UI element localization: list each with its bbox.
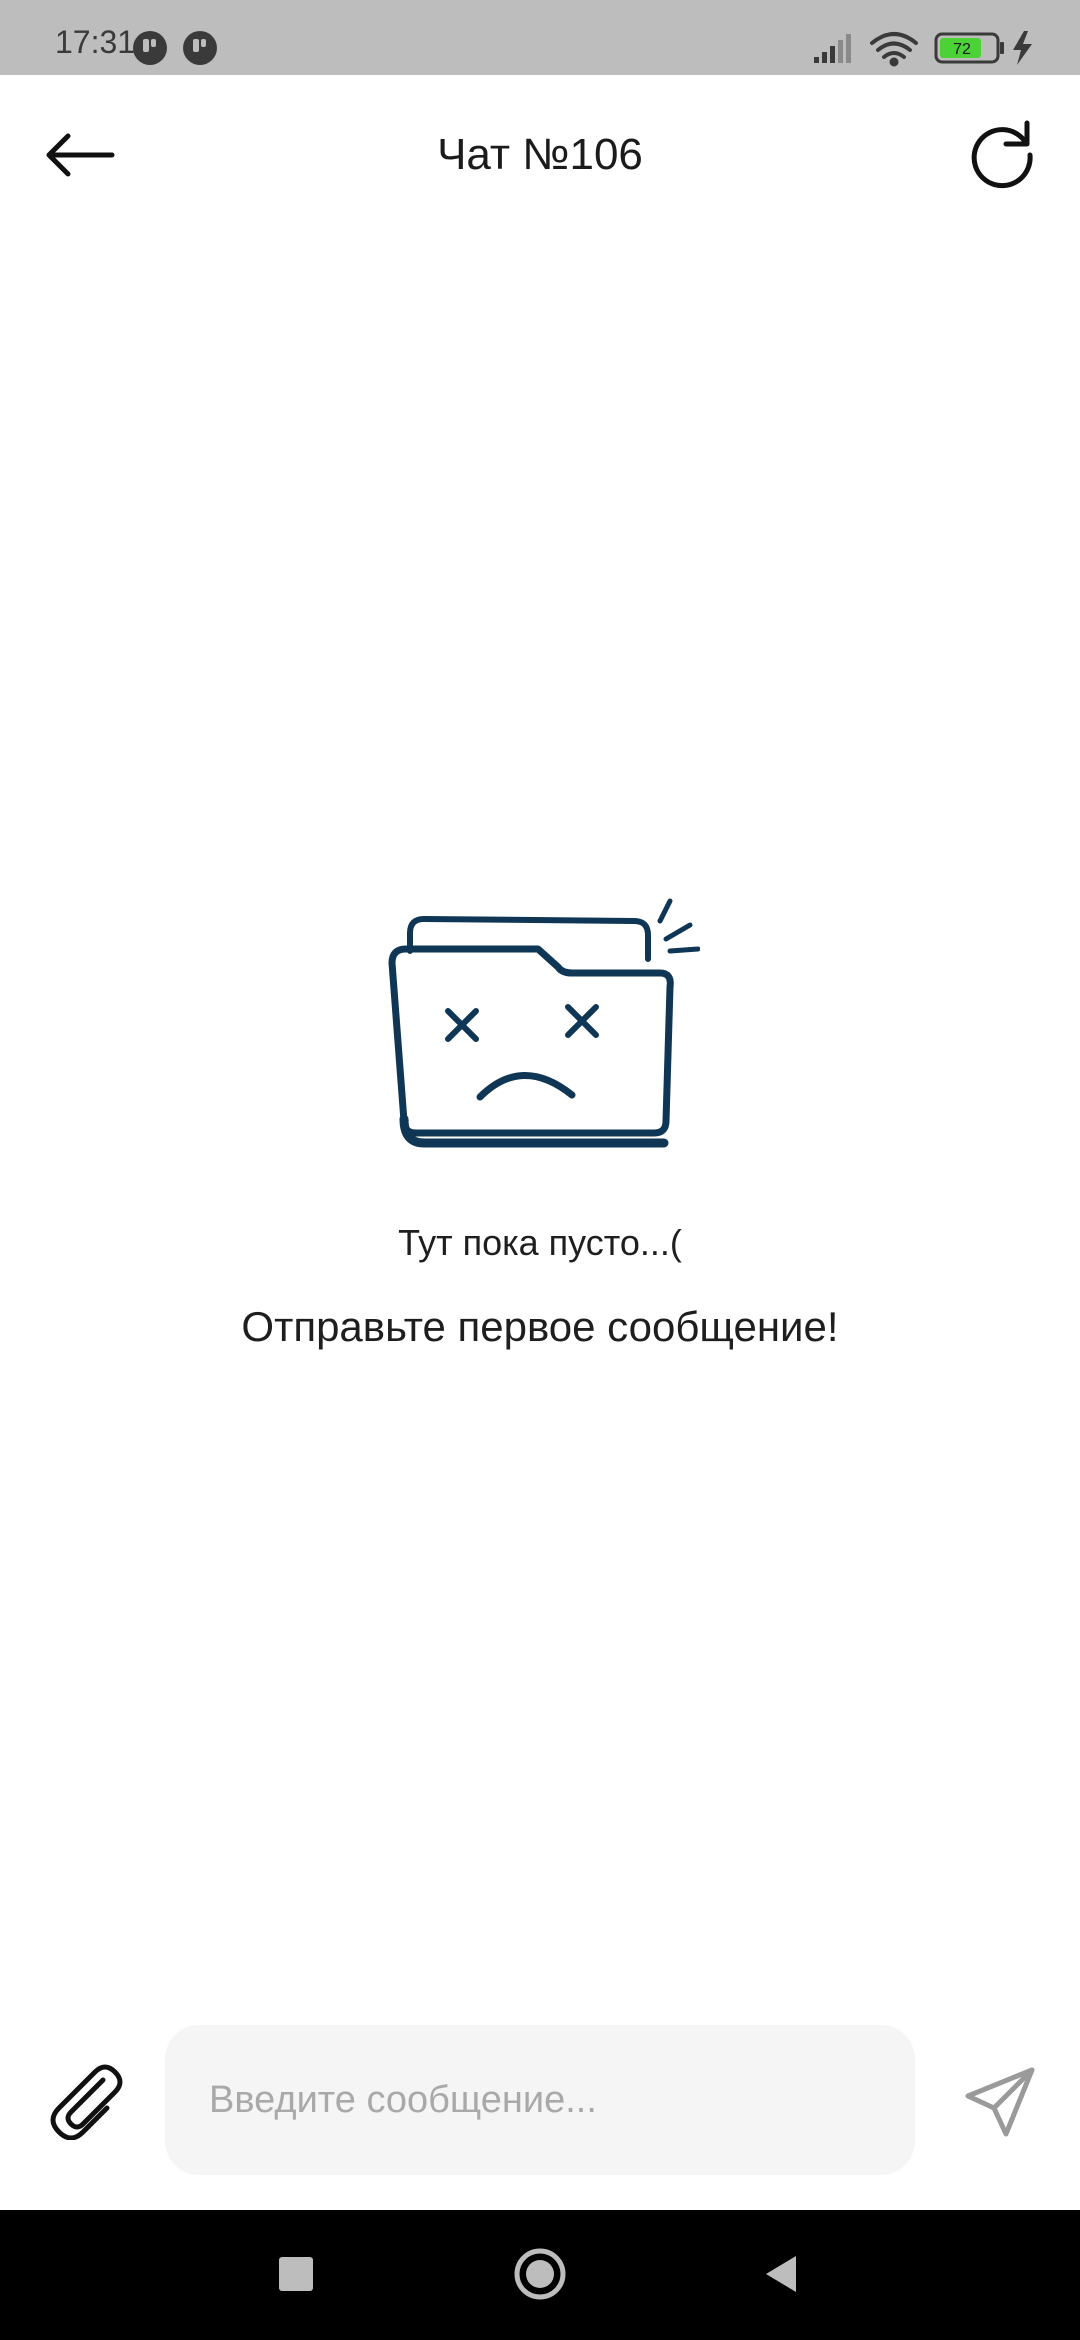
empty-state-subtitle: Отправьте первое сообщение!: [241, 1303, 839, 1350]
app-notification-icon: [183, 31, 217, 65]
back-icon[interactable]: [762, 2254, 800, 2294]
page-title: Чат №106: [437, 130, 643, 179]
status-icons: 72: [814, 31, 1032, 67]
battery-level-text: 72: [953, 41, 971, 58]
recents-icon[interactable]: [279, 2257, 313, 2291]
signal-icon: [814, 34, 851, 63]
paper-plane-icon: [965, 2067, 1035, 2137]
sad-folder-illustration: [388, 898, 700, 1148]
home-icon[interactable]: [513, 2247, 567, 2301]
status-bar: 17:31 72: [0, 0, 1080, 75]
app-bar: Чат №106: [0, 75, 1080, 235]
paperclip-icon: [50, 2064, 123, 2141]
refresh-icon: [971, 120, 1033, 189]
message-input[interactable]: [165, 2025, 915, 2175]
chat-screen: 17:31 72 Чат №106 Тут пока пусто...(Отп…: [0, 0, 1080, 2340]
attach-button[interactable]: [45, 2060, 125, 2141]
app-notification-icon: [133, 31, 167, 65]
send-button[interactable]: [960, 2062, 1040, 2142]
empty-state-title: Тут пока пусто...(: [398, 1222, 682, 1263]
wifi-icon: [870, 32, 918, 67]
status-time: 17:31: [55, 24, 136, 60]
refresh-button[interactable]: [964, 115, 1040, 191]
charging-icon: [1013, 31, 1032, 65]
battery-icon: 72: [934, 32, 1004, 64]
